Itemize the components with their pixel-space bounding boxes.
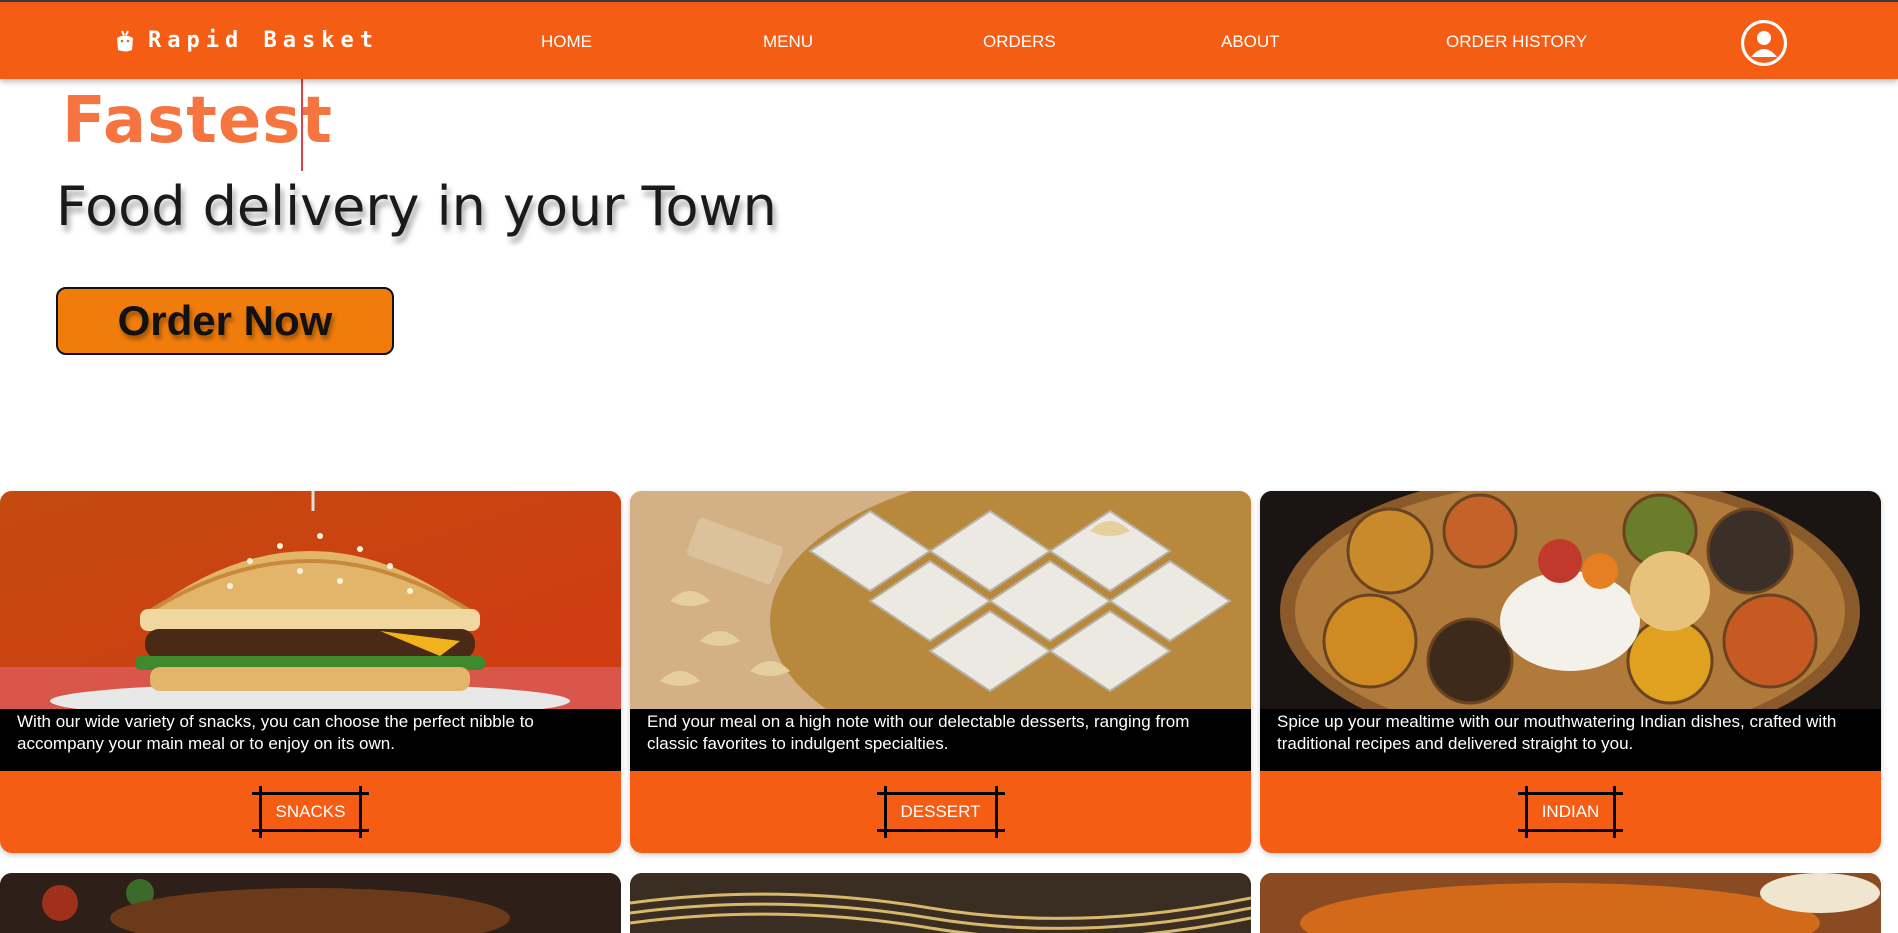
user-avatar-icon [1744,23,1784,63]
category-card-snacks[interactable]: With our wide variety of snacks, you can… [0,491,621,853]
hero-tagline: Food delivery in your Town [56,175,777,238]
nav-menu[interactable]: MENU [763,32,813,52]
hero-divider [301,79,303,171]
row2-image-2 [630,873,1251,933]
indian-description: Spice up your mealtime with our mouthwat… [1260,709,1881,771]
snacks-description: With our wide variety of snacks, you can… [0,709,621,771]
basket-icon [117,30,133,51]
dessert-button[interactable]: DESSERT [876,786,1005,838]
nav-orders[interactable]: ORDERS [983,32,1056,52]
snacks-label: SNACKS [275,802,346,821]
category-card-indian[interactable]: Spice up your mealtime with our mouthwat… [1260,491,1881,853]
indian-label: INDIAN [1541,802,1600,821]
order-now-button[interactable]: Order Now [56,287,394,355]
dessert-label: DESSERT [900,802,981,821]
category-card-dessert[interactable]: End your meal on a high note with our de… [630,491,1251,853]
nav-home[interactable]: HOME [541,32,592,52]
category-card-row2-1[interactable] [0,873,621,933]
hero-headline: Fastest [62,84,333,158]
brand-name: Rapid Basket [148,28,379,53]
indian-button[interactable]: INDIAN [1517,786,1623,838]
row2-image-3 [1260,873,1881,933]
dessert-description: End your meal on a high note with our de… [630,709,1251,771]
snacks-button[interactable]: SNACKS [251,786,370,838]
category-card-row2-2[interactable] [630,873,1251,933]
row2-image-1 [0,873,621,933]
dessert-image [630,491,1251,709]
category-card-row2-3[interactable] [1260,873,1881,933]
nav-order-history[interactable]: ORDER HISTORY [1446,32,1587,52]
brand-logo[interactable]: Rapid Basket [116,28,379,53]
snacks-image [0,491,621,709]
profile-button[interactable] [1741,20,1787,66]
top-navbar: Rapid Basket HOME MENU ORDERS ABOUT ORDE… [0,0,1898,79]
indian-image [1260,491,1881,709]
nav-about[interactable]: ABOUT [1221,32,1280,52]
